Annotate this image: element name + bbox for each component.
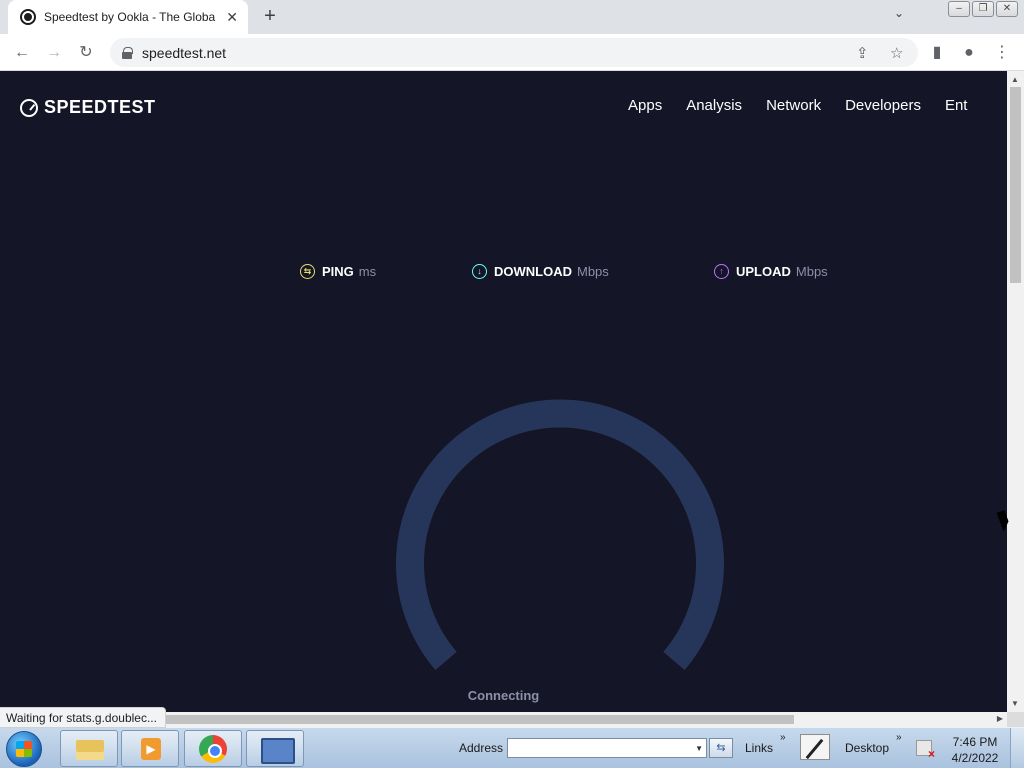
- nav-link-apps[interactable]: Apps: [628, 97, 662, 114]
- system-clock[interactable]: 7:46 PM 4/2/2022: [944, 734, 1006, 766]
- address-bar[interactable]: speedtest.net ⇪ ☆: [110, 38, 918, 67]
- speed-gauge: [396, 399, 724, 671]
- status-bubble: Waiting for stats.g.doublec...: [0, 707, 166, 728]
- network-app-taskbar-icon[interactable]: [246, 730, 304, 767]
- browser-toolbar: ← → ↻ speedtest.net ⇪ ☆ ▮ ● ⋮: [0, 34, 1024, 71]
- windows-taskbar: Address ▼ ⇆ Links » Desktop » 7:46 PM 4/…: [0, 727, 1024, 768]
- logo-text: SPEEDTEST: [44, 97, 156, 117]
- horizontal-scroll-thumb[interactable]: [160, 715, 794, 724]
- taskbar-address-input[interactable]: ▼: [507, 738, 707, 758]
- show-desktop-button[interactable]: [1010, 728, 1024, 768]
- download-metric: ↓ DOWNLOAD Mbps: [472, 264, 609, 279]
- clock-time: 7:46 PM: [952, 735, 998, 749]
- browser-menu-icon[interactable]: ⋮: [990, 41, 1014, 65]
- lock-icon[interactable]: [122, 46, 133, 59]
- tab-search-chevron-icon[interactable]: ⌄: [894, 6, 904, 20]
- site-nav: Apps Analysis Network Developers Ent: [628, 97, 967, 114]
- nav-link-network[interactable]: Network: [766, 97, 821, 114]
- links-chevron-icon[interactable]: »: [780, 732, 786, 743]
- profile-avatar-icon[interactable]: ●: [957, 41, 981, 65]
- pen-tablet-icon[interactable]: [800, 734, 830, 760]
- result-metrics: ⇆ PING ms ↓ DOWNLOAD Mbps ↑ UPLOAD Mbps: [0, 264, 1007, 284]
- close-window-button[interactable]: ✕: [996, 1, 1018, 17]
- tab-close-icon[interactable]: ✕: [226, 9, 238, 26]
- chrome-taskbar-icon[interactable]: [184, 730, 242, 767]
- side-panel-icon[interactable]: ▮: [925, 41, 949, 65]
- vertical-scroll-thumb[interactable]: [1010, 87, 1021, 283]
- address-dropdown-icon[interactable]: ▼: [695, 744, 703, 753]
- gauge-arc: [396, 399, 724, 671]
- scroll-up-icon[interactable]: ▲: [1011, 75, 1019, 84]
- back-button[interactable]: ←: [10, 41, 34, 65]
- browser-tab[interactable]: Speedtest by Ookla - The Global ✕: [8, 0, 248, 34]
- reload-button[interactable]: ↻: [74, 41, 98, 65]
- tab-title: Speedtest by Ookla - The Global: [44, 10, 216, 24]
- clock-date: 4/2/2022: [951, 751, 999, 765]
- speedtest-logo[interactable]: SPEEDTEST: [20, 97, 156, 118]
- restore-button[interactable]: ❐: [972, 1, 994, 17]
- address-go-button[interactable]: ⇆: [709, 738, 733, 758]
- download-label: DOWNLOAD: [494, 264, 572, 279]
- tab-strip: Speedtest by Ookla - The Global ✕ + ⌄ – …: [0, 0, 1024, 34]
- scroll-down-icon[interactable]: ▼: [1011, 699, 1019, 708]
- media-player-taskbar-icon[interactable]: [121, 730, 179, 767]
- action-center-flag-icon[interactable]: [916, 740, 935, 761]
- links-toolbar-label[interactable]: Links: [745, 741, 773, 755]
- window-controls: – ❐ ✕: [948, 1, 1018, 17]
- vertical-scrollbar[interactable]: ▲ ▼: [1007, 71, 1024, 712]
- share-icon[interactable]: ⇪: [856, 44, 869, 62]
- scroll-right-icon[interactable]: ▶: [997, 714, 1003, 723]
- file-explorer-taskbar-icon[interactable]: [60, 730, 118, 767]
- upload-label: UPLOAD: [736, 264, 791, 279]
- forward-button[interactable]: →: [42, 41, 66, 65]
- connecting-status: Connecting: [467, 688, 540, 703]
- url-text[interactable]: speedtest.net: [142, 45, 226, 61]
- download-icon: ↓: [472, 264, 487, 279]
- upload-unit: Mbps: [795, 264, 828, 279]
- scrollbar-corner: [1007, 712, 1024, 727]
- bookmark-star-icon[interactable]: ☆: [890, 44, 903, 62]
- speedtest-favicon-icon: [20, 9, 36, 25]
- minimize-button[interactable]: –: [948, 1, 970, 17]
- new-tab-button[interactable]: +: [258, 4, 282, 28]
- nav-link-analysis[interactable]: Analysis: [686, 97, 742, 114]
- address-toolbar-label: Address: [459, 741, 504, 755]
- nav-link-developers[interactable]: Developers: [845, 97, 921, 114]
- page-viewport: SPEEDTEST Apps Analysis Network Develope…: [0, 71, 1007, 712]
- ping-unit: ms: [358, 264, 377, 279]
- desktop-chevron-icon[interactable]: »: [896, 732, 902, 743]
- upload-metric: ↑ UPLOAD Mbps: [714, 264, 828, 279]
- speedometer-icon: [20, 98, 38, 117]
- nav-link-enterprise[interactable]: Ent: [945, 97, 968, 114]
- ping-label: PING: [322, 264, 354, 279]
- ping-icon: ⇆: [300, 264, 315, 279]
- upload-icon: ↑: [714, 264, 729, 279]
- ping-metric: ⇆ PING ms: [300, 264, 376, 279]
- start-button[interactable]: [6, 731, 42, 767]
- download-unit: Mbps: [577, 264, 609, 279]
- desktop-toolbar-label[interactable]: Desktop: [845, 741, 889, 755]
